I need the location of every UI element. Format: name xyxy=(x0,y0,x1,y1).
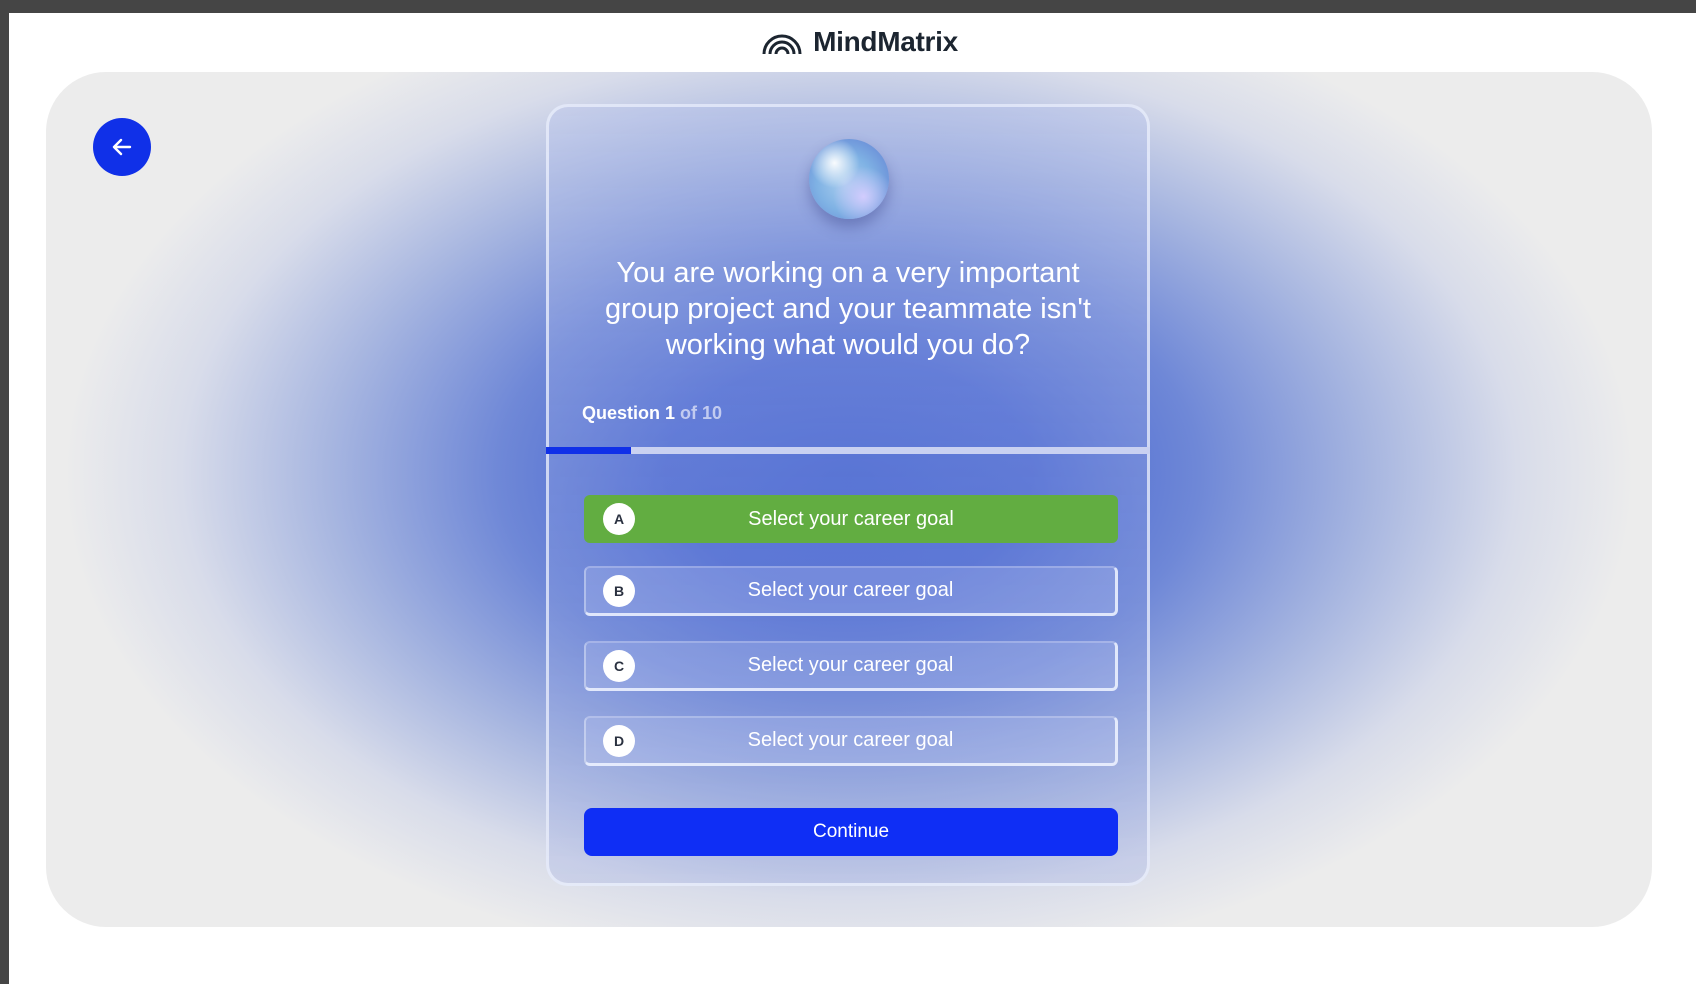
brand-name: MindMatrix xyxy=(813,26,958,57)
option-letter-badge: D xyxy=(603,724,635,757)
rainbow-arc-icon xyxy=(762,34,802,55)
option-label: Select your career goal xyxy=(747,654,954,676)
avatar-orb xyxy=(809,139,889,219)
option-d[interactable]: D Select your career goal xyxy=(584,716,1118,766)
option-letter-badge: B xyxy=(603,574,635,607)
option-letter-badge: A xyxy=(603,503,635,535)
progress-bar xyxy=(546,447,1150,454)
app-header: MindMatrix xyxy=(9,13,1696,71)
option-a[interactable]: A Select your career goal xyxy=(584,495,1118,543)
option-label: Select your career goal xyxy=(747,729,954,751)
progress-total: of 10 xyxy=(675,403,723,423)
back-button[interactable] xyxy=(93,118,151,176)
continue-button[interactable]: Continue xyxy=(584,808,1118,856)
question-card: You are working on a very important grou… xyxy=(546,104,1150,886)
quiz-stage: You are working on a very important grou… xyxy=(46,72,1652,927)
brand-logo[interactable]: MindMatrix xyxy=(761,26,958,58)
option-label: Select your career goal xyxy=(747,579,954,601)
question-text: You are working on a very important grou… xyxy=(605,257,1091,361)
progress-label: Question 1 of 10 xyxy=(582,403,722,424)
option-label: Select your career goal xyxy=(748,507,954,530)
window-left-border xyxy=(0,0,9,984)
arrow-left-icon xyxy=(112,138,132,156)
option-b[interactable]: B Select your career goal xyxy=(584,566,1118,616)
progress-current: Question 1 xyxy=(582,403,676,423)
window-top-bar xyxy=(0,0,1696,13)
option-c[interactable]: C Select your career goal xyxy=(584,641,1118,691)
progress-bar-fill xyxy=(546,447,631,454)
option-letter-badge: C xyxy=(603,649,635,682)
